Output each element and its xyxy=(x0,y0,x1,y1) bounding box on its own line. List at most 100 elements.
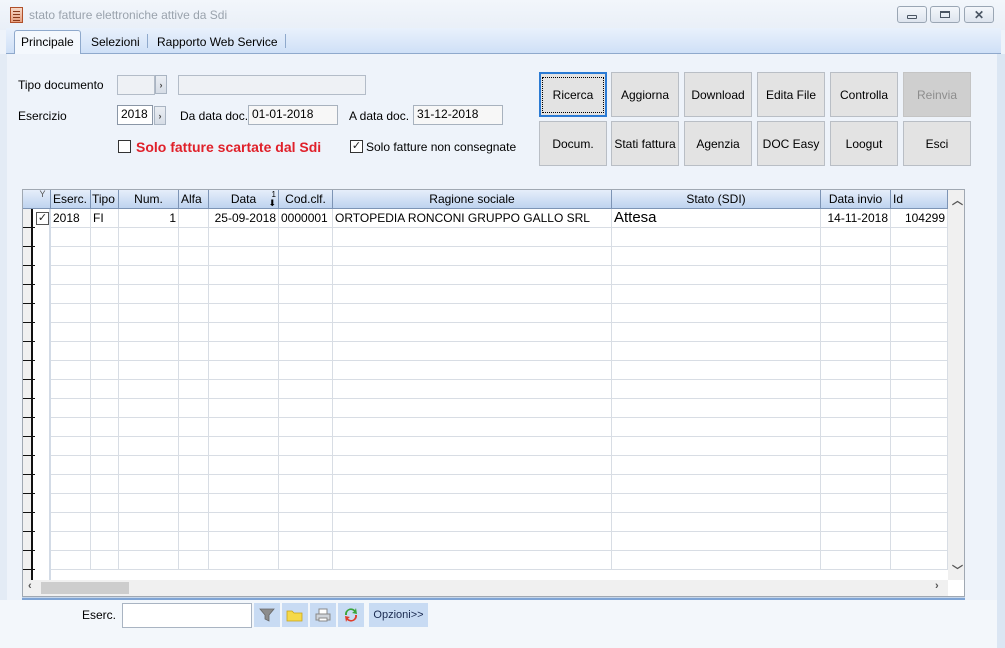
a-data-field[interactable]: 31-12-2018 xyxy=(413,105,503,125)
cell-eserc: 2018 xyxy=(51,209,91,227)
maximize-button[interactable] xyxy=(930,6,960,23)
esercizio-lookup-button[interactable]: › xyxy=(154,106,166,125)
row-indicator xyxy=(23,246,35,247)
cell-eserc xyxy=(51,513,91,531)
cell-id xyxy=(891,285,948,303)
cell-stato-sdi xyxy=(612,532,821,550)
cell-data: 25-09-2018 xyxy=(209,209,279,227)
cell-id xyxy=(891,475,948,493)
printer-icon xyxy=(315,608,331,622)
stati-fattura-button[interactable]: Stati fattura xyxy=(611,121,679,166)
cell-ragione-sociale xyxy=(333,323,612,341)
row-indicator xyxy=(23,379,35,380)
column-header-ragione-sociale[interactable]: Ragione sociale xyxy=(333,190,612,208)
da-data-field[interactable]: 01-01-2018 xyxy=(248,105,338,125)
controlla-button[interactable]: Controlla xyxy=(830,72,898,117)
column-header-tipo[interactable]: Tipo xyxy=(91,190,119,208)
folder-button[interactable] xyxy=(282,603,308,627)
agenzia-button[interactable]: Agenzia xyxy=(684,121,752,166)
row-indicator xyxy=(23,550,35,551)
left-border xyxy=(0,54,7,648)
empty-table-row xyxy=(51,475,948,494)
esercizio-field[interactable]: 2018 xyxy=(117,105,153,125)
cell-stato-sdi xyxy=(612,285,821,303)
column-header-num[interactable]: Num. xyxy=(119,190,179,208)
cell-tipo xyxy=(91,513,119,531)
column-header-id[interactable]: Id xyxy=(891,190,948,208)
scroll-up-icon[interactable]: ︿ xyxy=(952,192,963,208)
scroll-right-icon[interactable]: › xyxy=(935,580,939,592)
cell-ragione-sociale xyxy=(333,437,612,455)
horizontal-scroll-thumb[interactable] xyxy=(41,582,129,594)
solo-non-consegnate-checkbox[interactable]: ✓ xyxy=(350,140,363,153)
bottom-search-input[interactable] xyxy=(122,603,252,628)
cell-data-invio xyxy=(821,513,891,531)
cell-tipo xyxy=(91,437,119,455)
cell-num xyxy=(119,551,179,569)
empty-table-row xyxy=(51,532,948,551)
tab-separator xyxy=(147,34,148,48)
column-header-alfa[interactable]: Alfa xyxy=(179,190,209,208)
column-header-data[interactable]: Data 1 ⬇ xyxy=(209,190,279,208)
select-all-header[interactable]: Y xyxy=(35,190,51,208)
vertical-scrollbar[interactable]: ︿ ﹀ xyxy=(948,190,964,580)
scroll-left-icon[interactable]: ‹ xyxy=(28,580,32,592)
column-header-cod-clf[interactable]: Cod.clf. xyxy=(279,190,333,208)
opzioni-button[interactable]: Opzioni>> xyxy=(369,603,428,627)
cell-data-invio xyxy=(821,437,891,455)
cell-alfa xyxy=(179,228,209,246)
cell-alfa xyxy=(179,285,209,303)
empty-table-row xyxy=(51,437,948,456)
row-select-checkbox[interactable]: ✓ xyxy=(36,212,49,225)
tipo-documento-lookup-button[interactable]: › xyxy=(155,75,167,94)
doc-easy-button[interactable]: DOC Easy xyxy=(757,121,825,166)
cell-id xyxy=(891,418,948,436)
ricerca-button[interactable]: Ricerca xyxy=(539,72,607,117)
table-row[interactable]: 2018 FI 1 25-09-2018 0000001 ORTOPEDIA RONCON… xyxy=(51,209,948,228)
esci-button[interactable]: Esci xyxy=(903,121,971,166)
empty-table-row xyxy=(51,228,948,247)
selection-column xyxy=(35,209,51,580)
column-header-eserc[interactable]: Eserc. xyxy=(51,190,91,208)
minimize-icon xyxy=(907,15,917,19)
cell-data xyxy=(209,532,279,550)
loogut-button[interactable]: Loogut xyxy=(830,121,898,166)
empty-table-row xyxy=(51,418,948,437)
tipo-documento-code-field[interactable] xyxy=(117,75,155,95)
cell-eserc xyxy=(51,437,91,455)
cell-num xyxy=(119,228,179,246)
cell-alfa xyxy=(179,342,209,360)
tab-rapporto-web-service[interactable]: Rapporto Web Service xyxy=(151,31,284,53)
refresh-button[interactable] xyxy=(338,603,364,627)
row-indicator xyxy=(23,360,35,361)
download-button[interactable]: Download xyxy=(684,72,752,117)
solo-scartate-label: Solo fatture scartate dal Sdi xyxy=(136,139,322,155)
cell-eserc xyxy=(51,551,91,569)
minimize-button[interactable] xyxy=(897,6,927,23)
tab-selezioni[interactable]: Selezioni xyxy=(85,31,146,53)
solo-scartate-checkbox[interactable] xyxy=(118,140,131,153)
cell-stato-sdi xyxy=(612,456,821,474)
tab-principale[interactable]: Principale xyxy=(14,30,81,54)
print-button[interactable] xyxy=(310,603,336,627)
column-header-stato-sdi[interactable]: Stato (SDI) xyxy=(612,190,821,208)
docum-button[interactable]: Docum. xyxy=(539,121,607,166)
scroll-down-icon[interactable]: ﹀ xyxy=(952,562,963,578)
close-button[interactable]: ✕ xyxy=(964,6,994,23)
cell-data-invio xyxy=(821,304,891,322)
cell-tipo xyxy=(91,266,119,284)
cell-cod-clf: 0000001 xyxy=(279,209,333,227)
cell-id xyxy=(891,247,948,265)
cell-eserc xyxy=(51,342,91,360)
edita-file-button[interactable]: Edita File xyxy=(757,72,825,117)
cell-eserc xyxy=(51,532,91,550)
horizontal-scrollbar[interactable]: ‹ › xyxy=(23,580,948,596)
aggiorna-button[interactable]: Aggiorna xyxy=(611,72,679,117)
cell-eserc xyxy=(51,494,91,512)
cell-data-invio xyxy=(821,323,891,341)
filter-button[interactable] xyxy=(254,603,280,627)
da-data-label: Da data doc. xyxy=(180,109,249,123)
cell-num xyxy=(119,323,179,341)
column-header-data-invio[interactable]: Data invio xyxy=(821,190,891,208)
close-icon: ✕ xyxy=(973,7,985,22)
